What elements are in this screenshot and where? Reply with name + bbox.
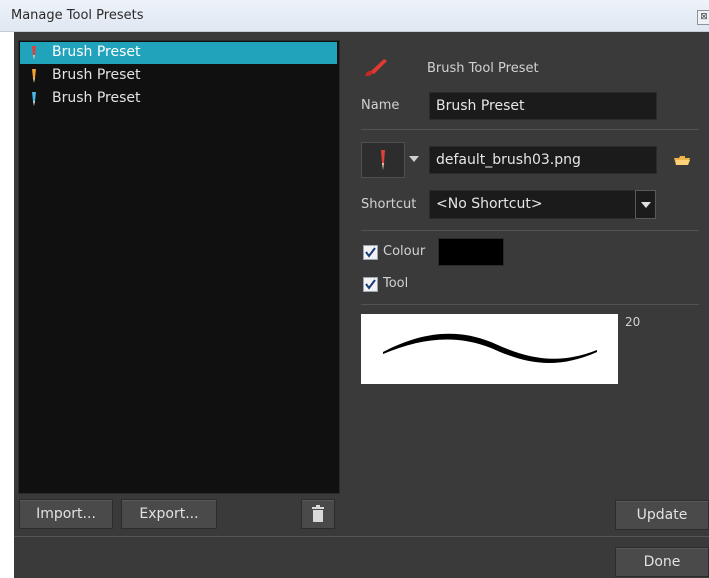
chevron-down-icon[interactable]	[409, 156, 419, 164]
tool-checkbox[interactable]	[363, 277, 378, 292]
shortcut-label: Shortcut	[361, 197, 417, 212]
window-title: Manage Tool Presets	[11, 8, 144, 23]
preset-type-header: Brush Tool Preset	[427, 61, 539, 76]
dialog-body: Brush Preset Brush Preset Brush Preset I…	[14, 32, 709, 578]
brush-orange-icon	[32, 69, 36, 83]
trash-icon	[312, 505, 324, 522]
tool-label: Tool	[383, 276, 409, 291]
chevron-down-icon	[641, 202, 651, 208]
divider	[361, 230, 699, 231]
colour-swatch[interactable]	[438, 238, 504, 266]
update-button[interactable]: Update	[615, 500, 709, 530]
brush-blue-icon	[32, 92, 36, 106]
preset-label: Brush Preset	[52, 90, 141, 106]
divider	[361, 304, 699, 305]
stroke-preview-drawing	[383, 333, 597, 364]
stroke-size-value: 20	[625, 315, 641, 329]
done-button[interactable]: Done	[615, 547, 709, 577]
preset-list-item[interactable]: Brush Preset	[20, 65, 337, 87]
colour-label: Colour	[383, 244, 426, 259]
checkmark-icon	[365, 247, 376, 258]
folder-open-icon[interactable]	[673, 154, 691, 166]
stroke-preview	[361, 314, 618, 384]
shortcut-dropdown-button[interactable]	[635, 190, 656, 219]
import-button[interactable]: Import...	[19, 499, 113, 529]
checkmark-icon	[365, 279, 376, 290]
brush-red-icon	[32, 46, 36, 60]
brush-tip-preview[interactable]	[361, 142, 405, 178]
name-field[interactable]: Brush Preset	[429, 92, 657, 120]
delete-preset-button[interactable]	[301, 499, 335, 529]
texture-file-field[interactable]: default_brush03.png	[429, 146, 657, 174]
preset-list-item[interactable]: Brush Preset	[20, 42, 337, 64]
preset-label: Brush Preset	[52, 67, 141, 83]
title-bar: Manage Tool Presets ⊠	[0, 0, 709, 32]
brush-tip-icon	[381, 150, 385, 170]
preset-list-item[interactable]: Brush Preset	[20, 88, 337, 110]
preset-list[interactable]: Brush Preset Brush Preset Brush Preset	[18, 40, 340, 494]
preset-label: Brush Preset	[52, 44, 141, 60]
shortcut-select[interactable]: <No Shortcut>	[429, 190, 656, 219]
export-button[interactable]: Export...	[121, 499, 217, 529]
name-label: Name	[361, 98, 400, 113]
divider	[361, 129, 699, 130]
close-icon[interactable]: ⊠	[697, 10, 709, 25]
colour-checkbox[interactable]	[363, 245, 378, 260]
dialog-footer: Done	[14, 536, 709, 578]
brush-tool-icon	[365, 59, 387, 77]
